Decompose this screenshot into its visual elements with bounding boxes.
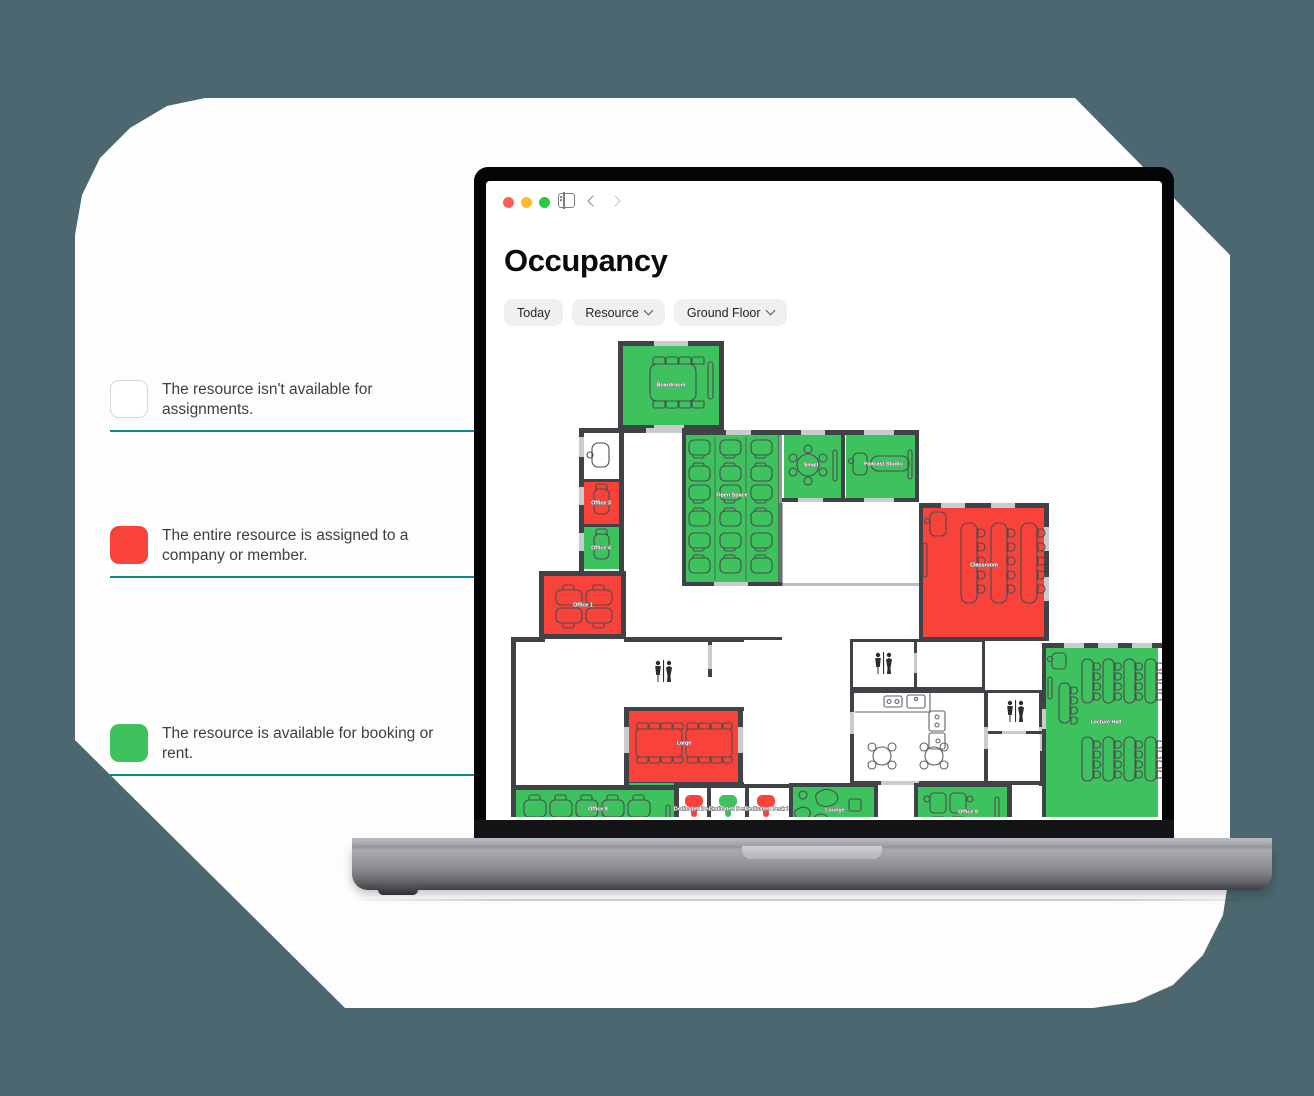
legend-swatch-assigned [110, 526, 148, 564]
filter-resource-label: Resource [585, 305, 639, 320]
room-podcast-studio[interactable]: Podcast Studio [844, 430, 919, 502]
chevron-down-icon [643, 305, 654, 316]
restroom-east [988, 690, 1044, 786]
chevron-down-icon [765, 305, 775, 316]
traffic-lights [503, 197, 550, 208]
filter-floor-label: Ground Floor [686, 305, 761, 320]
kitchen-area [850, 690, 990, 785]
room-label: Podcast Studio [863, 461, 903, 467]
filter-today[interactable]: Today [504, 299, 564, 326]
sidebar-icon[interactable] [558, 192, 575, 209]
room-classroom[interactable]: Classroom [919, 503, 1049, 641]
filter-floor[interactable]: Ground Floor [673, 299, 787, 326]
room-small[interactable]: Small [782, 430, 845, 502]
desk-label-3: Dedicated Desk 3 [745, 806, 790, 812]
room-label: Office 4 [591, 545, 611, 551]
legend-item-assigned: The entire resource is assigned to a com… [110, 526, 462, 566]
chrome-nav [558, 192, 621, 209]
room-office-8[interactable]: Office 8 [511, 783, 679, 817]
room-label: Office 3 [591, 500, 611, 506]
room-lecture-hall[interactable]: Lecture Hall [1042, 643, 1162, 817]
room-label: Small [804, 462, 819, 468]
leader-line-assigned [110, 576, 510, 578]
room-office-3[interactable]: Office 3 [579, 479, 624, 525]
desk-label-2: Dedicated Desk [709, 806, 749, 812]
filter-bar: Today Resource Ground Floor [504, 299, 787, 326]
legend-item-unavailable: The resource isn't available for assignm… [110, 380, 462, 420]
room-label: Office 8 [588, 806, 608, 812]
room-label: Office 1 [573, 602, 593, 608]
room-boardroom[interactable]: Boardroom [618, 341, 724, 431]
legend-item-available: The resource is available for booking or… [110, 724, 462, 764]
floorplan-canvas[interactable]: .wall { fill:#3f4246; } .door { fill:#c9… [486, 337, 1162, 817]
room-lounge[interactable]: Lounge [789, 783, 879, 817]
page-title: Occupancy [504, 243, 668, 278]
room-office-9[interactable]: Office 9 [914, 783, 1012, 817]
filter-today-label: Today [517, 305, 551, 320]
room-label: Office 9 [958, 809, 978, 815]
room-office-1[interactable]: Office 1 [539, 571, 626, 639]
filter-resource[interactable]: Resource [572, 299, 665, 326]
forward-chevron-icon[interactable] [609, 194, 621, 207]
laptop-foot [378, 886, 418, 895]
floorplan-rooms: Boardroom Office 3 Office 4 Office 1 Ope… [511, 341, 1162, 817]
floorplan-svg[interactable]: .wall { fill:#3f4246; } .door { fill:#c9… [486, 337, 1162, 817]
leader-line-available [110, 774, 510, 776]
browser-chrome [486, 181, 1162, 227]
back-chevron-icon[interactable] [587, 194, 599, 207]
room-label: Classroom [970, 562, 998, 568]
room-label: Lecture Hall [1091, 719, 1122, 725]
laptop-shadow [345, 899, 1280, 901]
legend-swatch-available [110, 724, 148, 762]
laptop-bottom-bezel [474, 820, 1174, 840]
occupancy-page: Occupancy Today Resource Ground Floor .w… [486, 227, 1162, 827]
legend-label-assigned: The entire resource is assigned to a com… [162, 527, 409, 564]
room-label: Open Space [716, 492, 747, 498]
room-label: Boardroom [656, 382, 685, 388]
room-label: Lounge [825, 807, 844, 813]
close-window-button[interactable] [503, 197, 514, 208]
room-open-space[interactable]: Open Space [682, 430, 782, 586]
zoom-window-button[interactable] [539, 197, 550, 208]
laptop-lip [742, 846, 882, 859]
dedicated-desk-row[interactable]: Dedicated Desk Dedicated Desk Dedicated … [673, 784, 803, 817]
minimize-window-button[interactable] [521, 197, 532, 208]
legend-label-unavailable: The resource isn't available for assignm… [162, 381, 373, 418]
room-large[interactable]: Large [624, 707, 744, 787]
leader-line-unavailable [110, 430, 510, 432]
legend-swatch-unavailable [110, 380, 148, 418]
room-label: Large [677, 740, 692, 746]
legend-label-available: The resource is available for booking or… [162, 725, 434, 762]
laptop-screen: Occupancy Today Resource Ground Floor .w… [486, 181, 1162, 827]
room-office-4[interactable]: Office 4 [579, 524, 624, 572]
